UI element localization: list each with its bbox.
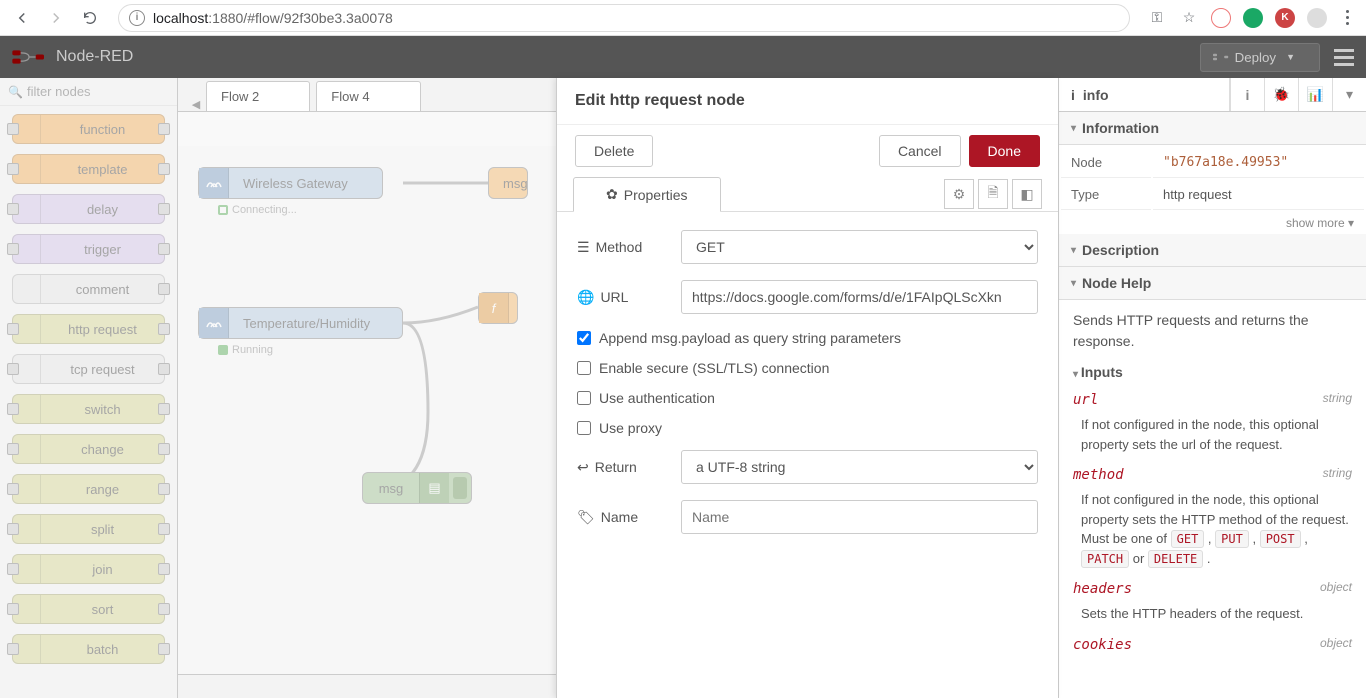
profile-icon[interactable]	[1306, 7, 1328, 29]
gear-icon: ✿	[606, 186, 618, 203]
node-wireless-gateway[interactable]: Wireless Gateway	[198, 167, 383, 199]
browser-menu-button[interactable]	[1336, 10, 1358, 25]
tabs-prev-button[interactable]: ◀	[186, 98, 206, 111]
node-debug[interactable]: msg ▤	[362, 472, 472, 504]
extension-icon-2[interactable]	[1242, 7, 1264, 29]
method-desc: If not configured in the node, this opti…	[1081, 490, 1352, 568]
tag-icon: 🏷	[577, 509, 595, 526]
edit-title: Edit http request node	[557, 78, 1058, 125]
return-select[interactable]: a UTF-8 string	[681, 450, 1038, 484]
back-button[interactable]	[8, 4, 36, 32]
main-menu-button[interactable]	[1334, 49, 1354, 66]
url-input[interactable]	[681, 280, 1038, 314]
sidebar-tab-info[interactable]: iinfo	[1059, 78, 1230, 111]
method-select[interactable]: GET	[681, 230, 1038, 264]
globe-icon: 🌐	[577, 289, 594, 306]
deploy-button[interactable]: Deploy	[1200, 43, 1320, 72]
browser-chrome: i localhost:1880/#flow/92f30be3.3a0078 ⚿…	[0, 0, 1366, 36]
function-icon: f	[479, 293, 509, 323]
edit-panel: Edit http request node Delete Cancel Don…	[556, 78, 1058, 698]
cancel-button[interactable]: Cancel	[879, 135, 961, 167]
section-description[interactable]: Description	[1059, 234, 1366, 267]
list-icon: ☰	[577, 239, 590, 256]
wireless-icon	[199, 168, 229, 198]
url-text: localhost:1880/#flow/92f30be3.3a0078	[153, 10, 1119, 26]
url-bar[interactable]: i localhost:1880/#flow/92f30be3.3a0078	[118, 4, 1130, 32]
node-temp-humidity[interactable]: Temperature/Humidity	[198, 307, 403, 339]
site-info-icon[interactable]: i	[129, 10, 145, 26]
show-more-link[interactable]: show more ▾	[1059, 212, 1366, 234]
sidebar-debug-button[interactable]: 🐞	[1264, 78, 1298, 111]
star-icon[interactable]: ☆	[1178, 7, 1200, 29]
tab-flow-2[interactable]: Flow 2	[206, 81, 310, 111]
forward-button[interactable]	[42, 4, 70, 32]
node-id: "b767a18e.49953"	[1163, 155, 1288, 170]
node-description-button[interactable]: 🗎	[978, 179, 1008, 209]
proxy-checkbox[interactable]	[577, 421, 591, 435]
sidebar-info-button[interactable]: i	[1230, 78, 1264, 111]
auth-checkbox[interactable]	[577, 391, 591, 405]
append-checkbox[interactable]	[577, 331, 591, 345]
app-title: Node-RED	[56, 48, 133, 66]
key-icon[interactable]: ⚿	[1146, 7, 1168, 29]
sensor-icon	[199, 308, 229, 338]
sidebar-chart-button[interactable]: 📊	[1298, 78, 1332, 111]
sidebar: iinfo i 🐞 📊 ▾ Information Node"b767a18e.…	[1058, 78, 1366, 698]
ssl-checkbox[interactable]	[577, 361, 591, 375]
node-settings-button[interactable]: ⚙	[944, 179, 974, 209]
node-function-1[interactable]: msg	[488, 167, 528, 199]
extension-icon-1[interactable]	[1210, 7, 1232, 29]
app-logo	[12, 47, 46, 67]
debug-icon: ▤	[419, 473, 449, 503]
reload-button[interactable]	[76, 4, 104, 32]
palette: 🔍 functiontemplatedelaytriggercommenthtt…	[0, 78, 178, 698]
tab-flow-4[interactable]: Flow 4	[316, 81, 420, 111]
delete-button[interactable]: Delete	[575, 135, 653, 167]
name-input[interactable]	[681, 500, 1038, 534]
app-header: Node-RED Deploy	[0, 36, 1366, 78]
section-nodehelp[interactable]: Node Help	[1059, 267, 1366, 300]
node-appearance-button[interactable]: ◧	[1012, 179, 1042, 209]
info-table: Node"b767a18e.49953" Typehttp request	[1059, 145, 1366, 212]
sensor-status: Running	[218, 344, 273, 356]
node-function-2[interactable]: f	[478, 292, 518, 324]
done-button[interactable]: Done	[969, 135, 1040, 167]
properties-tab[interactable]: ✿Properties	[573, 177, 721, 212]
palette-overlay	[0, 78, 177, 698]
extension-icon-3[interactable]: K	[1274, 7, 1296, 29]
help-body: Sends HTTP requests and returns the resp…	[1059, 300, 1366, 666]
inputs-heading: Inputs	[1073, 362, 1352, 383]
gateway-status: Connecting...	[218, 204, 297, 216]
section-information[interactable]: Information	[1059, 112, 1366, 145]
return-icon: ↩	[577, 459, 589, 476]
sidebar-dropdown-button[interactable]: ▾	[1332, 78, 1366, 111]
